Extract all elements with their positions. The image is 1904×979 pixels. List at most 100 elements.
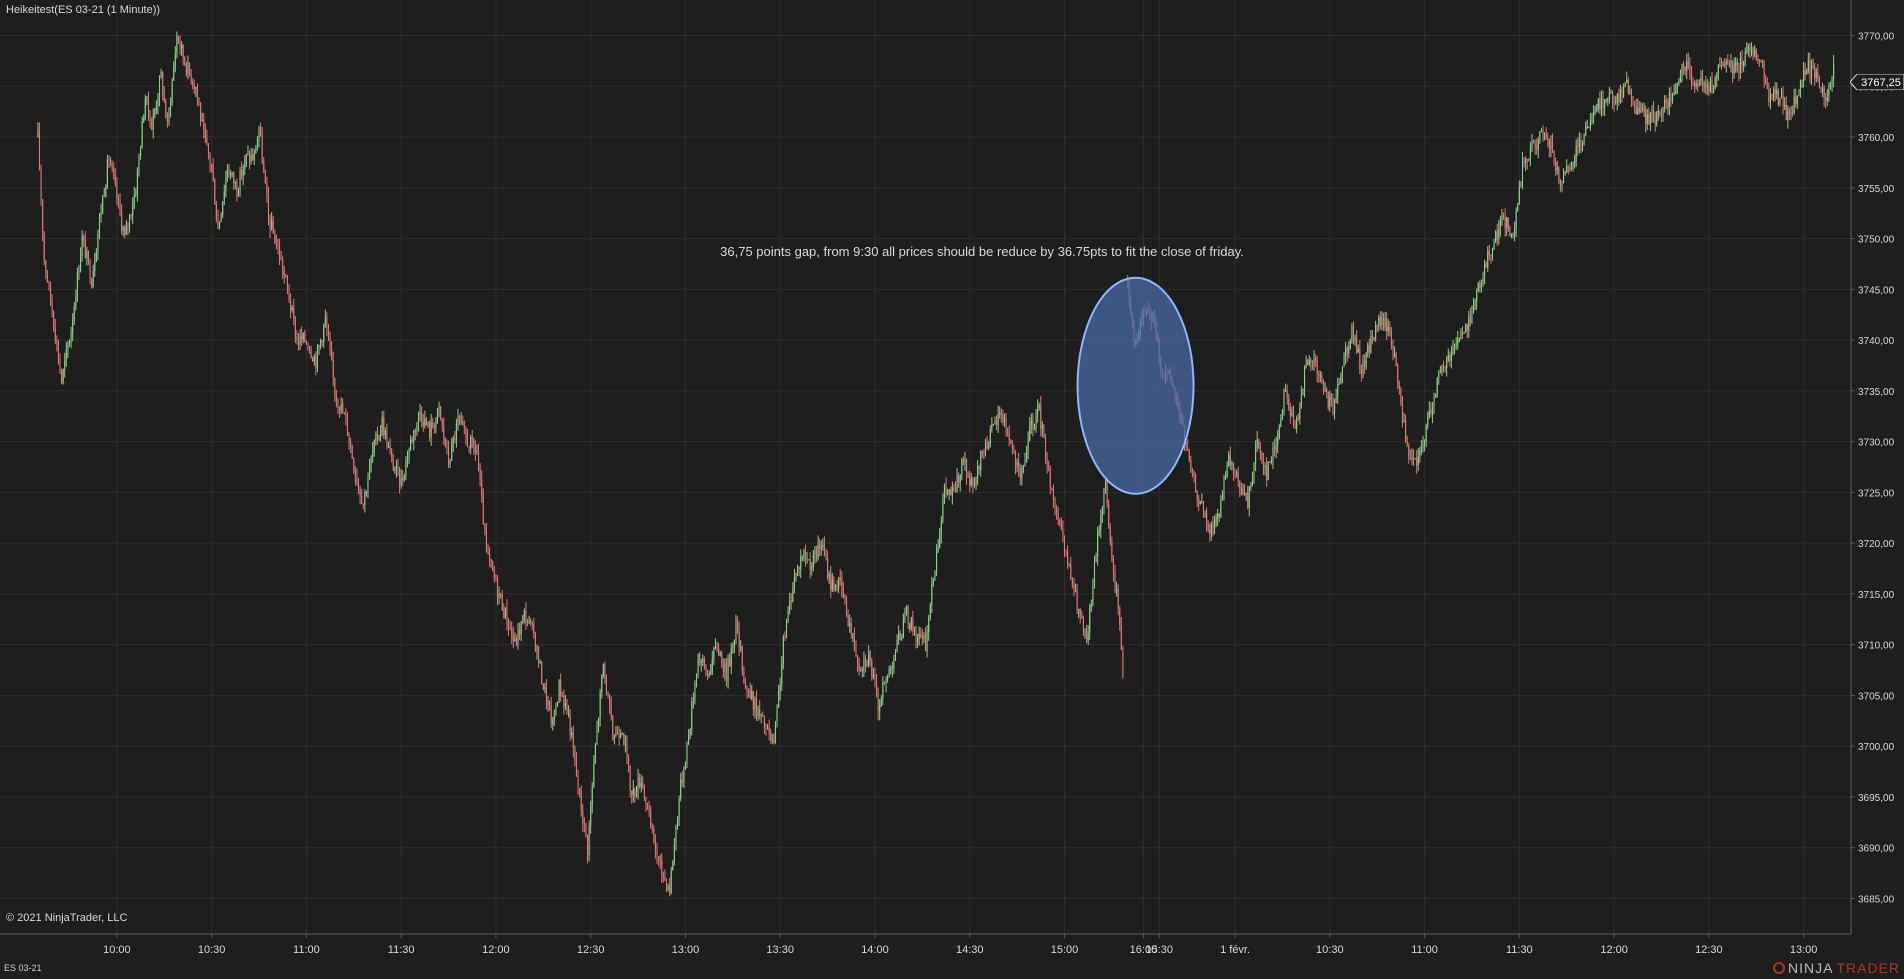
candle-body: [1289, 408, 1291, 416]
candle-body: [575, 759, 578, 776]
candle-body: [1555, 162, 1557, 171]
candle-body: [217, 217, 219, 229]
candle-body: [1326, 389, 1328, 393]
candle-body: [936, 552, 938, 571]
candle-body: [1754, 50, 1756, 55]
candle-body: [152, 115, 154, 130]
candle-body: [1588, 126, 1590, 128]
candle-body: [1024, 461, 1026, 466]
candle-body: [738, 630, 740, 648]
candle-body: [291, 307, 293, 311]
candle-body: [304, 332, 306, 342]
candle-body: [114, 175, 116, 184]
candle-body: [1615, 101, 1617, 103]
candle-body: [1111, 542, 1113, 558]
candle-body: [496, 578, 499, 597]
candle-body: [1610, 91, 1612, 94]
candle-body: [1667, 102, 1669, 109]
candle-body: [387, 445, 390, 448]
candle-body: [1247, 493, 1249, 509]
candle-body: [534, 633, 536, 651]
candle-body: [310, 351, 312, 358]
candle-body: [280, 259, 282, 261]
candle-body: [1716, 73, 1718, 79]
candle-body: [1465, 324, 1467, 333]
candle-body: [132, 206, 134, 216]
candle-body: [773, 739, 775, 743]
candle-body: [372, 450, 374, 458]
candle-body: [1441, 366, 1443, 372]
candle-body: [1818, 78, 1820, 88]
x-tick-label: 13:30: [766, 944, 794, 956]
candle-body: [1341, 367, 1344, 376]
candle-body: [119, 200, 121, 213]
candle-body: [1678, 81, 1680, 85]
candle-body: [482, 494, 484, 525]
candle-body: [154, 110, 156, 116]
candle-body: [954, 489, 957, 492]
candle-body: [414, 430, 416, 432]
candle-body: [433, 426, 435, 428]
candle-body: [1717, 66, 1719, 74]
candle-body: [329, 337, 331, 351]
candle-body: [621, 733, 623, 735]
candle-body: [1773, 88, 1775, 98]
candle-body: [471, 437, 473, 440]
candle-body: [1525, 159, 1527, 163]
candle-body: [1815, 72, 1817, 78]
candle-body: [684, 763, 686, 770]
candle-body: [1662, 107, 1664, 116]
candle-body: [1013, 447, 1015, 453]
candle-body: [244, 158, 246, 170]
candle-body: [1333, 399, 1336, 414]
candle-body: [811, 566, 813, 570]
candle-body: [1022, 465, 1024, 470]
candle-body: [1520, 186, 1522, 188]
candle-body: [699, 654, 701, 663]
candle-body: [1575, 146, 1577, 162]
candle-body: [1060, 521, 1062, 530]
candle-body: [874, 675, 876, 683]
candle-body: [1187, 447, 1189, 451]
candle-body: [1826, 97, 1828, 102]
candle-body: [1210, 523, 1212, 534]
candle-body: [1416, 458, 1418, 466]
candle-body: [797, 566, 799, 573]
price-axis-labels: 3685,00 3690,00 3695,00 3700,00 3705,00 3710,…: [1851, 32, 1895, 905]
candle-body: [1232, 462, 1235, 474]
candle-body: [1117, 588, 1119, 610]
candle-body: [724, 662, 726, 672]
candle-body: [1114, 572, 1116, 591]
candle-body: [861, 669, 863, 671]
candle-body: [495, 578, 497, 580]
candle-body: [1267, 461, 1269, 481]
candle-body: [258, 127, 260, 139]
y-tick-label: 3735,00: [1858, 387, 1895, 398]
candle-body: [302, 332, 304, 340]
candle-body: [643, 786, 645, 797]
price-chart[interactable]: 3685,00 3690,00 3695,00 3700,00 3705,00 3710,…: [0, 0, 1904, 979]
candle-body: [1405, 420, 1407, 442]
candle-body: [1577, 146, 1579, 148]
candle-body: [694, 683, 696, 702]
candle-body: [1116, 588, 1118, 591]
candle-body: [348, 435, 350, 443]
candle-body: [1313, 357, 1315, 364]
candle-body: [455, 423, 457, 440]
candle-body: [1092, 586, 1094, 605]
candle-body: [42, 200, 44, 233]
candle-body: [98, 216, 101, 233]
chart-title: Heikeitest(ES 03-21 (1 Minute)): [6, 4, 161, 16]
candle-body: [1349, 340, 1351, 348]
candle-body: [1237, 472, 1239, 481]
candle-body: [512, 635, 514, 642]
candle-body: [424, 418, 426, 426]
candle-body: [1812, 65, 1814, 69]
candle-body: [1052, 489, 1054, 500]
candle-body: [179, 43, 181, 49]
candle-body: [599, 692, 601, 718]
candle-body: [498, 593, 500, 597]
candle-body: [1608, 93, 1610, 99]
candle-body: [591, 786, 593, 806]
candle-body: [370, 457, 372, 465]
